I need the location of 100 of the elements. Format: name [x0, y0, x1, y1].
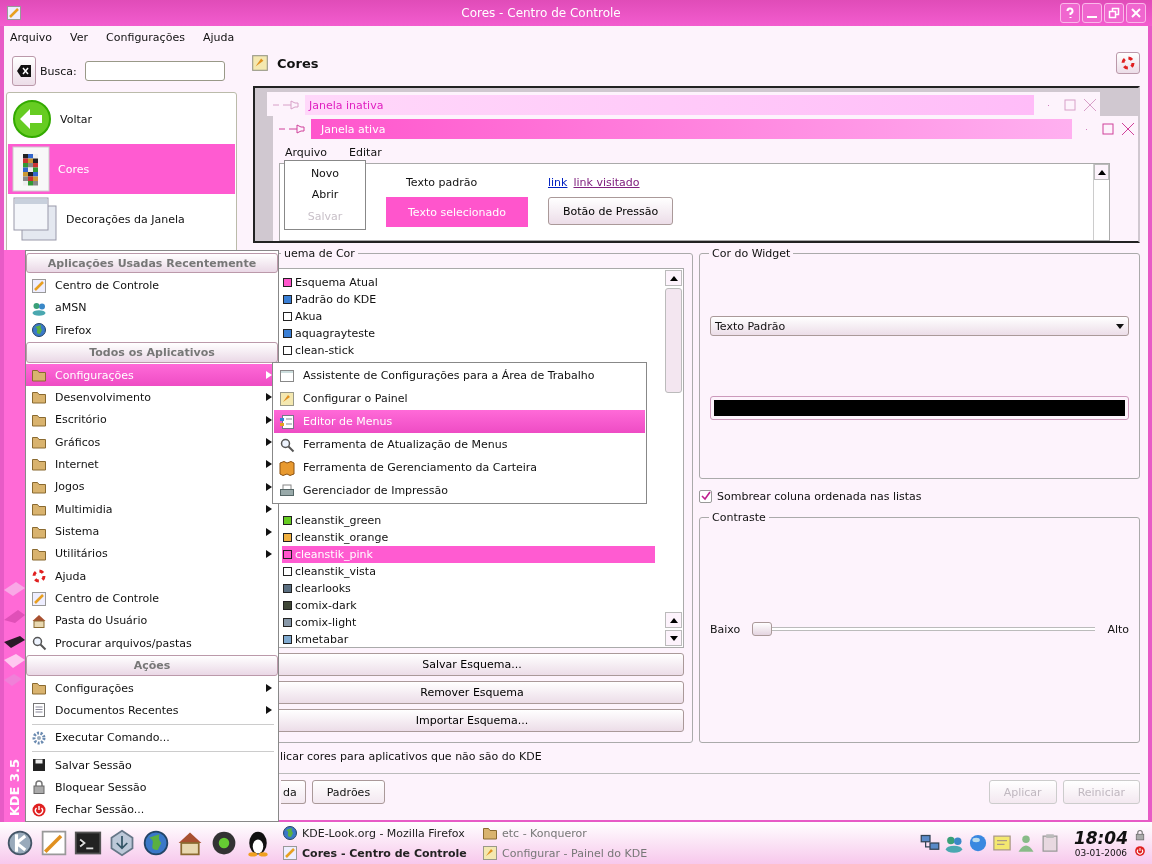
menu-item[interactable]: Ver — [70, 30, 89, 44]
folder-icon — [31, 367, 47, 384]
scheme-row[interactable]: cleanstik_green — [282, 512, 655, 529]
scheme-row[interactable]: Akua — [282, 308, 655, 325]
menu-section-header: Ações — [26, 655, 278, 676]
scheme-row[interactable]: clearlooks — [282, 580, 655, 597]
clipboard-icon — [1039, 833, 1060, 853]
menu-item[interactable]: Arquivo — [285, 146, 328, 159]
up-arrow-icon — [669, 617, 678, 623]
dialog-button[interactable]: da — [281, 780, 306, 804]
document-icon — [31, 702, 47, 719]
globe-icon — [142, 829, 170, 857]
scheme-name: comix-light — [295, 616, 357, 629]
menu-item[interactable]: Editar — [349, 146, 382, 159]
menu-item[interactable]: Centro de Controle — [26, 274, 278, 297]
scroll-up-button[interactable] — [1094, 164, 1109, 180]
clear-search-button[interactable] — [12, 56, 36, 86]
palette-icon — [482, 845, 498, 861]
scheme-row[interactable]: comix-dark — [282, 597, 655, 614]
close-button[interactable] — [1126, 3, 1146, 23]
help-button[interactable] — [1116, 52, 1140, 74]
visited-link[interactable]: link visitado — [573, 176, 640, 189]
scheme-row[interactable]: Esquema Atual — [282, 274, 655, 291]
control-panel-icon — [31, 277, 47, 294]
scroll-up-button[interactable] — [665, 612, 682, 628]
globe-icon — [31, 322, 47, 339]
slider-handle[interactable] — [752, 622, 773, 636]
group-title: uema de Cor — [281, 247, 358, 260]
scroll-down-button[interactable] — [665, 630, 682, 646]
module-item[interactable]: Decorações da Janela — [8, 194, 235, 244]
checkbox[interactable] — [699, 489, 712, 503]
module-item[interactable]: Voltar — [8, 94, 235, 144]
lock-icon — [1134, 829, 1146, 841]
menu-item[interactable]: Pasta do Usuário — [26, 609, 278, 633]
check-icon — [700, 491, 711, 501]
scheme-row[interactable]: cleanstik_orange — [282, 529, 655, 546]
menu-item[interactable]: Ajuda — [202, 30, 235, 44]
restore-icon — [1108, 7, 1120, 19]
scheme-row[interactable]: clean-stick — [282, 342, 655, 359]
help-button[interactable] — [1060, 3, 1080, 23]
menu-item[interactable]: Procurar arquivos/pastas — [26, 632, 278, 655]
module-label: Cores — [58, 162, 90, 176]
palette-icon — [279, 390, 295, 407]
menu-item[interactable]: Novo — [310, 163, 340, 185]
menu-item[interactable]: Ajuda — [26, 565, 278, 588]
restore-button[interactable] — [1104, 3, 1124, 23]
window-title: Cores - Centro de Controle — [460, 6, 622, 20]
palette-icon — [251, 54, 269, 72]
menu-item[interactable]: Firefox — [26, 319, 278, 342]
module-label: Voltar — [60, 112, 93, 126]
scheme-row[interactable]: kmetabar — [282, 631, 655, 647]
menu-item[interactable]: Ferramenta de Atualização de Menus — [274, 433, 645, 456]
minimize-button[interactable] — [1082, 3, 1102, 23]
scheme-row[interactable]: Padrão do KDE — [282, 291, 655, 308]
color-select[interactable]: Texto Padrão — [710, 316, 1129, 336]
menu-item[interactable]: Sistema — [26, 520, 278, 543]
menu-item[interactable]: aMSN — [26, 296, 278, 320]
task-button[interactable]: Configurar - Painel do KDE — [482, 843, 672, 863]
scroll-thumb[interactable] — [665, 288, 682, 393]
menu-item[interactable]: Abrir — [311, 184, 339, 206]
normal-text: Texto padrão — [405, 176, 479, 189]
task-button[interactable]: KDE-Look.org - Mozilla Firefox — [282, 823, 482, 843]
checkbox-label: Sombrear coluna ordenada nas listas — [717, 489, 922, 503]
globe-icon — [282, 825, 298, 841]
power-icon — [1134, 845, 1146, 857]
up-arrow-icon — [669, 275, 678, 281]
task-button[interactable]: etc - Konqueror — [482, 823, 672, 843]
pin-icon — [273, 100, 299, 110]
scheme-row[interactable]: aquagrayteste — [282, 325, 655, 342]
push-button[interactable]: Botão de Pressão — [548, 197, 674, 225]
power-icon — [31, 801, 47, 818]
menu-item[interactable]: Salvar Sessão — [26, 753, 278, 777]
selected-text: Texto selecionado — [386, 197, 528, 227]
menu-item[interactable]: Utilitários — [26, 542, 278, 566]
color-button[interactable] — [710, 396, 1129, 420]
link[interactable]: link — [548, 176, 568, 189]
network-icon — [919, 833, 940, 853]
folder-icon — [31, 680, 47, 697]
windows-icon — [12, 196, 58, 242]
window-title: Janela ativa — [311, 119, 1072, 139]
menu-item[interactable]: Arquivo — [10, 30, 53, 44]
search-field[interactable] — [84, 61, 225, 81]
menu-item[interactable]: Fechar Sessão... — [26, 798, 278, 821]
map-icon — [279, 459, 295, 476]
magnifier-icon — [279, 436, 295, 453]
scroll-up-button[interactable] — [665, 270, 682, 286]
menu-item[interactable]: Configurações — [106, 30, 185, 44]
menu-item[interactable]: Configurar o Painel — [274, 387, 645, 410]
scheme-name: cleanstik_vista — [295, 565, 376, 578]
dialog-button[interactable]: Padrões — [311, 780, 386, 804]
scheme-row[interactable]: comix-light — [282, 614, 655, 631]
folder-icon — [31, 389, 47, 406]
menu-item[interactable]: Bloquear Sessão — [26, 776, 278, 799]
task-button[interactable]: Cores - Centro de Controle — [282, 843, 482, 863]
lifebuoy-icon — [31, 568, 47, 585]
menu-item[interactable]: Ferramenta de Gerenciamento da Carteira — [274, 456, 645, 479]
help-icon — [1120, 55, 1136, 71]
menu-item[interactable]: Centro de Controle — [26, 587, 278, 610]
scheme-row[interactable]: cleanstik_vista — [282, 563, 655, 580]
control-panel-icon — [31, 590, 47, 607]
